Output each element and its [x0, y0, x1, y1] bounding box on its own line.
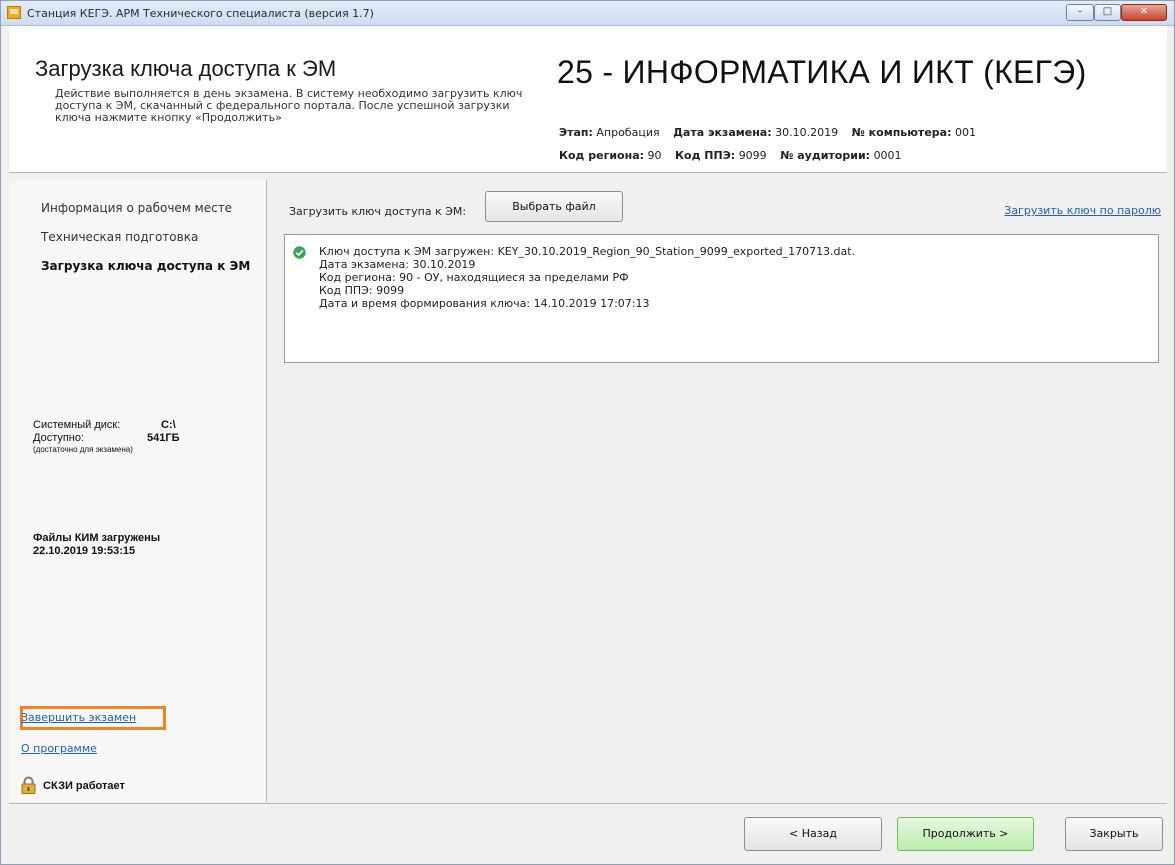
choose-file-button[interactable]: Выбрать файл	[485, 191, 623, 222]
stage-label: Этап:	[559, 126, 593, 139]
sidebar-item-tech-preparation[interactable]: Техническая подготовка	[41, 230, 198, 244]
key-info-lines: Ключ доступа к ЭМ загружен: KEY_30.10.20…	[319, 245, 855, 310]
window-title: Станция КЕГЭ. АРМ Технического специалис…	[27, 7, 374, 20]
finish-exam-link[interactable]: Завершить экзамен	[21, 711, 136, 724]
key-info-box: Ключ доступа к ЭМ загружен: KEY_30.10.20…	[284, 234, 1159, 363]
key-loaded-line: Ключ доступа к ЭМ загружен: KEY_30.10.20…	[319, 245, 856, 258]
skzi-status: СКЗИ работает	[43, 780, 125, 792]
system-disk-value: C:\	[161, 419, 176, 431]
ppe-code-line: Код ППЭ: 9099	[319, 284, 405, 297]
page-header: Загрузка ключа доступа к ЭМ Действие вып…	[9, 26, 1167, 173]
continue-button[interactable]: Продолжить >	[897, 817, 1034, 851]
disk-info: Системный диск: C:\ Доступно: 541ГБ (дос…	[33, 419, 180, 454]
exam-meta-row-2: Код региона: 90 Код ППЭ: 9099 № аудитори…	[559, 149, 912, 162]
room-number-value: 0001	[873, 149, 902, 162]
page-title: Загрузка ключа доступа к ЭМ	[35, 56, 337, 81]
disk-note: (достаточно для экзамена)	[33, 445, 133, 454]
app-window: Станция КЕГЭ. АРМ Технического специалис…	[0, 0, 1175, 865]
region-code-label: Код региона:	[559, 149, 645, 162]
ppe-code-label: Код ППЭ:	[675, 149, 736, 162]
main-panel: Загрузить ключ доступа к ЭМ: Выбрать фай…	[267, 180, 1167, 802]
ppe-code-value: 9099	[738, 149, 767, 162]
computer-number-label: № компьютера:	[851, 126, 952, 139]
exam-date-label: Дата экзамена:	[673, 126, 772, 139]
about-link[interactable]: О программе	[21, 742, 97, 755]
title-bar[interactable]: Станция КЕГЭ. АРМ Технического специалис…	[1, 1, 1174, 26]
load-key-label: Загрузить ключ доступа к ЭМ:	[289, 205, 467, 218]
kim-status: Файлы КИМ загружены 22.10.2019 19:53:15	[33, 532, 160, 558]
sidebar-item-workplace-info[interactable]: Информация о рабочем месте	[41, 201, 232, 215]
key-created-line: Дата и время формирования ключа: 14.10.2…	[319, 297, 650, 310]
page-description: Действие выполняется в день экзамена. В …	[55, 87, 523, 124]
room-number-label: № аудитории:	[780, 149, 871, 162]
system-disk-label: Системный диск:	[33, 419, 121, 431]
kim-status-timestamp: 22.10.2019 19:53:15	[33, 545, 136, 557]
exam-meta-row-1: Этап: Апробация Дата экзамена: 30.10.201…	[559, 126, 986, 139]
load-key-by-password-link[interactable]: Загрузить ключ по паролю	[1004, 204, 1161, 217]
sidebar-item-key-loading[interactable]: Загрузка ключа доступа к ЭМ	[41, 259, 250, 273]
lock-icon	[21, 776, 36, 794]
exam-date-line: Дата экзамена: 30.10.2019	[319, 258, 476, 271]
check-circle-icon	[293, 246, 306, 259]
region-code-value: 90	[647, 149, 662, 162]
footer-bar: < Назад Продолжить > Закрыть	[9, 803, 1167, 864]
app-window-icon	[7, 6, 21, 19]
region-code-line: Код региона: 90 - ОУ, находящиеся за пре…	[319, 271, 629, 284]
close-button[interactable]: Закрыть	[1065, 817, 1163, 851]
stage-value: Апробация	[596, 126, 660, 139]
exam-subject: 25 - ИНФОРМАТИКА И ИКТ (КЕГЭ)	[557, 54, 1087, 90]
close-window-button[interactable]: ✕	[1121, 4, 1167, 21]
free-space-value: 541ГБ	[147, 432, 180, 444]
minimize-button[interactable]: –	[1066, 4, 1094, 21]
exam-date-value: 30.10.2019	[775, 126, 839, 139]
maximize-button[interactable]: □	[1094, 4, 1121, 21]
computer-number-value: 001	[954, 126, 976, 139]
sidebar: Информация о рабочем месте Техническая п…	[9, 180, 267, 802]
free-space-label: Доступно:	[33, 432, 85, 444]
back-button[interactable]: < Назад	[744, 817, 882, 851]
kim-status-title: Файлы КИМ загружены	[33, 532, 161, 544]
